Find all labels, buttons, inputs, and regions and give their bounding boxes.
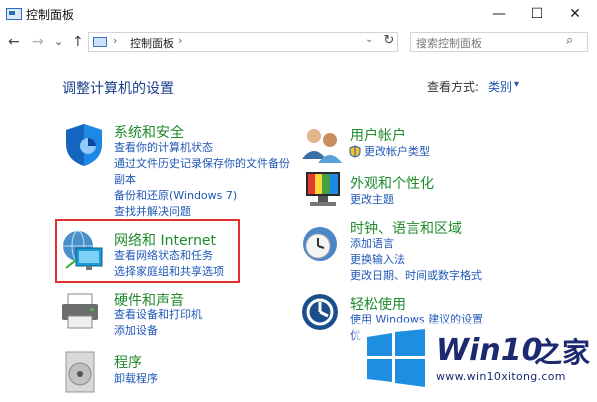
control-panel-icon bbox=[6, 8, 22, 20]
category-links: 查看你的计算机状态 通过文件历史记录保存你的文件备份 副本 备份和还原(Wind… bbox=[114, 140, 290, 220]
link-change-theme[interactable]: 更改主题 bbox=[350, 192, 394, 208]
breadcrumb-separator[interactable]: › bbox=[178, 34, 182, 47]
control-panel-icon bbox=[93, 37, 107, 47]
search-icon[interactable]: ⌕ bbox=[566, 33, 573, 48]
link-add-device[interactable]: 添加设备 bbox=[114, 323, 202, 339]
breadcrumb-control-panel[interactable]: 控制面板 bbox=[130, 35, 174, 51]
category-links: 查看设备和打印机 添加设备 bbox=[114, 307, 202, 339]
clock-globe-icon bbox=[303, 227, 337, 261]
highlight-box bbox=[55, 219, 240, 283]
link-view-computer-status[interactable]: 查看你的计算机状态 bbox=[114, 140, 290, 156]
link-add-language[interactable]: 添加语言 bbox=[350, 236, 482, 252]
category-user-accounts[interactable]: 用户帐户 bbox=[350, 125, 406, 145]
link-change-date-format[interactable]: 更改日期、时间或数字格式 bbox=[350, 268, 482, 284]
address-dropdown-button[interactable]: ⌄ bbox=[365, 34, 373, 45]
link-file-history-backup-cont[interactable]: 副本 bbox=[114, 172, 290, 188]
link-backup-restore[interactable]: 备份和还原(Windows 7) bbox=[114, 188, 290, 204]
category-clock-language-region[interactable]: 时钟、语言和区域 bbox=[350, 218, 462, 238]
category-appearance[interactable]: 外观和个性化 bbox=[350, 173, 434, 193]
close-button[interactable]: ✕ bbox=[556, 0, 594, 28]
uac-shield-icon bbox=[349, 145, 361, 158]
programs-disc-icon bbox=[65, 351, 95, 393]
users-icon bbox=[302, 129, 342, 163]
appearance-monitor-icon bbox=[306, 172, 340, 206]
minimize-button[interactable]: — bbox=[480, 0, 518, 28]
category-system-security[interactable]: 系统和安全 bbox=[114, 122, 184, 142]
category-links: 卸载程序 bbox=[114, 371, 158, 387]
watermark-brand: Win10 bbox=[436, 333, 543, 368]
chevron-down-icon[interactable]: ▾ bbox=[514, 79, 519, 90]
refresh-button[interactable]: ↻ bbox=[380, 33, 398, 51]
breadcrumb-separator[interactable]: › bbox=[113, 34, 117, 47]
recent-locations-button[interactable]: ⌄ bbox=[54, 35, 63, 48]
category-links: 添加语言 更换输入法 更改日期、时间或数字格式 bbox=[350, 236, 482, 284]
maximize-button[interactable]: ☐ bbox=[518, 0, 556, 28]
link-devices-printers[interactable]: 查看设备和打印机 bbox=[114, 307, 202, 323]
link-file-history-backup[interactable]: 通过文件历史记录保存你的文件备份 bbox=[114, 156, 290, 172]
windows-logo-icon bbox=[367, 329, 425, 387]
window-title: 控制面板 bbox=[26, 8, 75, 22]
forward-button[interactable]: → bbox=[32, 34, 44, 50]
shield-icon bbox=[66, 124, 102, 166]
view-by-dropdown[interactable]: 类别 bbox=[488, 78, 512, 95]
watermark-brand-suffix: 之家 bbox=[534, 336, 591, 369]
link-change-input-method[interactable]: 更换输入法 bbox=[350, 252, 482, 268]
up-button[interactable]: ↑ bbox=[72, 34, 84, 50]
link-uninstall-program[interactable]: 卸载程序 bbox=[114, 371, 158, 387]
search-placeholder: 搜索控制面板 bbox=[416, 37, 482, 50]
view-by-label: 查看方式: bbox=[427, 80, 480, 94]
link-change-account-type[interactable]: 更改帐户类型 bbox=[364, 144, 430, 160]
page-title: 调整计算机的设置 bbox=[62, 81, 174, 97]
category-programs[interactable]: 程序 bbox=[114, 352, 142, 372]
watermark-url: www.win10xitong.com bbox=[436, 370, 566, 383]
link-troubleshoot[interactable]: 查找并解决问题 bbox=[114, 204, 290, 220]
category-ease-of-access[interactable]: 轻松使用 bbox=[350, 294, 406, 314]
ease-of-access-icon bbox=[302, 294, 338, 330]
back-button[interactable]: ← bbox=[8, 34, 20, 50]
printer-icon bbox=[62, 293, 98, 329]
